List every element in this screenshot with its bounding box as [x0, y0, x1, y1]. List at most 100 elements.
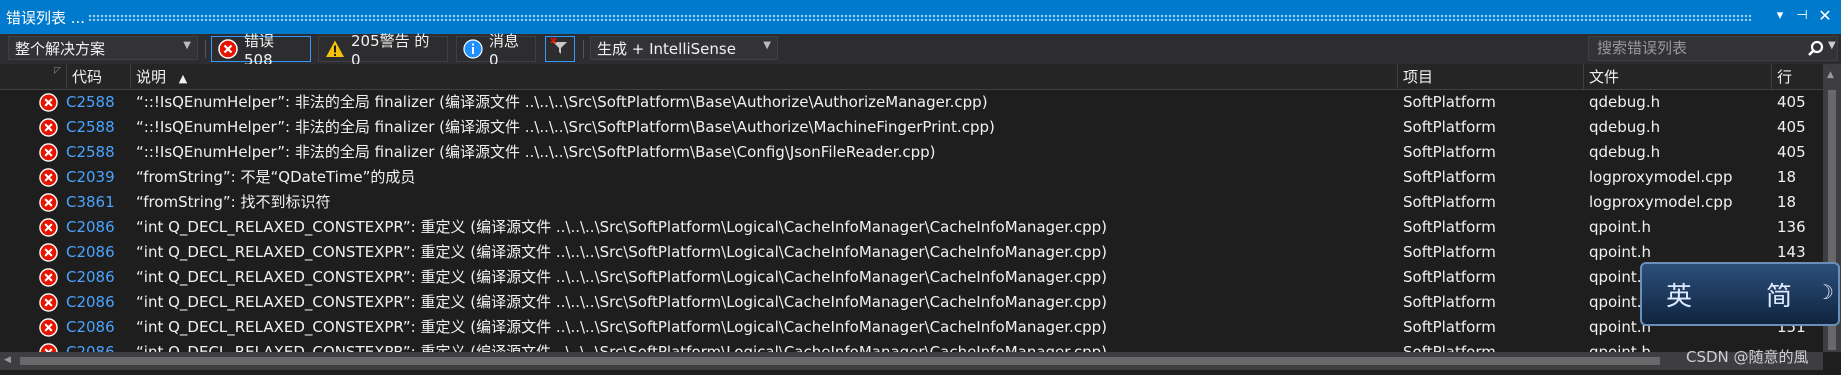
table-row[interactable]: C2039 “fromString”: 不是“QDateTime”的成员 SoftP… [0, 165, 1823, 190]
cell-description: “int Q_DECL_RELAXED_CONSTEXPR”: 重定义 (编译源… [136, 268, 1107, 286]
clear-filter-button[interactable] [545, 36, 575, 62]
cell-code[interactable]: C2086 [66, 240, 130, 265]
cell-code[interactable]: C2086 [66, 315, 130, 340]
cell-project: SoftPlatform [1403, 168, 1496, 186]
table-row[interactable]: C2086 “int Q_DECL_RELAXED_CONSTEXPR”: 重定义… [0, 315, 1823, 340]
moon-icon[interactable]: ☽ [1816, 280, 1834, 304]
scope-label: 整个解决方案 [15, 39, 106, 58]
column-header-file[interactable]: 文件 [1583, 64, 1771, 90]
cell-description: “int Q_DECL_RELAXED_CONSTEXPR”: 重定义 (编译源… [136, 343, 1107, 352]
sort-ascending-icon: ▲ [178, 72, 188, 85]
table-row[interactable]: C2086 “int Q_DECL_RELAXED_CONSTEXPR”: 重定义… [0, 240, 1823, 265]
cell-file: qdebug.h [1589, 143, 1661, 161]
window-menu-icon[interactable]: ▾ [1770, 6, 1790, 26]
cell-file: qdebug.h [1589, 118, 1661, 136]
toolbar-separator [583, 40, 584, 58]
error-icon [39, 318, 58, 337]
cell-file: logproxymodel.cpp [1589, 168, 1733, 186]
horizontal-scrollbar[interactable]: ◀ [0, 352, 1823, 370]
error-icon [39, 218, 58, 237]
error-icon [218, 39, 238, 59]
horizontal-scroll-thumb[interactable] [20, 357, 1660, 365]
ime-language-toggle[interactable]: 英 [1666, 276, 1692, 313]
filter-clear-icon [550, 37, 570, 61]
search-options-chevron-icon[interactable]: ▼ [1828, 40, 1836, 51]
cell-file: qpoint.h [1589, 218, 1652, 236]
cell-project: SoftPlatform [1403, 343, 1496, 352]
table-row[interactable]: C2086 “int Q_DECL_RELAXED_CONSTEXPR”: 重定义… [0, 340, 1823, 352]
error-icon [39, 118, 58, 137]
cell-code[interactable]: C3861 [66, 190, 130, 215]
ime-toolbar[interactable]: 英 简 ☽ [1640, 262, 1840, 326]
cell-description: “int Q_DECL_RELAXED_CONSTEXPR”: 重定义 (编译源… [136, 218, 1107, 236]
table-row[interactable]: C3861 “fromString”: 找不到标识符 SoftPlatform log… [0, 190, 1823, 215]
cell-file: qdebug.h [1589, 93, 1661, 111]
close-icon[interactable]: ✕ [1815, 6, 1835, 26]
cell-project: SoftPlatform [1403, 318, 1496, 336]
titlebar-grip [88, 14, 1751, 21]
error-icon [39, 293, 58, 312]
cell-line: 405 [1777, 118, 1806, 136]
table-row[interactable]: C2086 “int Q_DECL_RELAXED_CONSTEXPR”: 重定义… [0, 290, 1823, 315]
cell-code[interactable]: C2086 [66, 290, 130, 315]
error-icon [39, 243, 58, 262]
cell-line: 405 [1777, 143, 1806, 161]
table-header: ◸ 代码 说明 ▲ 项目 文件 行 [0, 64, 1823, 90]
cell-description: “int Q_DECL_RELAXED_CONSTEXPR”: 重定义 (编译源… [136, 318, 1107, 336]
error-icon [39, 193, 58, 212]
ime-charset-toggle[interactable]: 简 [1766, 276, 1792, 313]
errors-filter-button[interactable]: 错误 508 [211, 32, 311, 69]
cell-code[interactable]: C2588 [66, 90, 130, 115]
cell-line: 405 [1777, 93, 1806, 111]
table-row[interactable]: C2588 “::!IsQEnumHelper”: 非法的全局 finalizer… [0, 140, 1823, 165]
warnings-filter-label: 205警告 的 0 [351, 31, 430, 69]
error-icon [39, 343, 58, 352]
cell-code[interactable]: C2588 [66, 140, 130, 165]
warnings-filter-button[interactable]: 205警告 的 0 [318, 32, 448, 69]
table-row[interactable]: C2588 “::!IsQEnumHelper”: 非法的全局 finalizer… [0, 115, 1823, 140]
scroll-left-icon[interactable]: ◀ [4, 355, 11, 365]
error-icon [39, 143, 58, 162]
error-icon [39, 268, 58, 287]
build-filter-dropdown[interactable]: 生成 + IntelliSense ▼ [590, 36, 778, 60]
warning-icon [325, 39, 345, 59]
column-header-code[interactable]: 代码 [66, 64, 130, 90]
messages-filter-button[interactable]: 消息 0 [456, 32, 536, 69]
build-filter-label: 生成 + IntelliSense [597, 39, 736, 58]
cell-description: “int Q_DECL_RELAXED_CONSTEXPR”: 重定义 (编译源… [136, 293, 1107, 311]
search-icon[interactable] [1806, 39, 1826, 63]
cell-line: 18 [1777, 168, 1797, 186]
cell-project: SoftPlatform [1403, 243, 1496, 261]
search-input[interactable]: 搜索错误列表 [1588, 36, 1838, 61]
cell-code[interactable]: C2039 [66, 165, 130, 190]
cell-project: SoftPlatform [1403, 293, 1496, 311]
table-row[interactable]: C2086 “int Q_DECL_RELAXED_CONSTEXPR”: 重定义… [0, 215, 1823, 240]
column-header-description[interactable]: 说明 ▲ [130, 64, 1397, 90]
column-header-project[interactable]: 项目 [1397, 64, 1583, 90]
cell-code[interactable]: C2086 [66, 340, 130, 352]
cell-description: “fromString”: 找不到标识符 [136, 193, 331, 211]
scroll-up-icon[interactable]: ▲ [1827, 70, 1834, 80]
cell-code[interactable]: C2588 [66, 115, 130, 140]
column-header-line[interactable]: 行 [1771, 64, 1823, 90]
cell-description: “::!IsQEnumHelper”: 非法的全局 finalizer (编译源… [136, 93, 988, 111]
scope-dropdown[interactable]: 整个解决方案 ▼ [8, 36, 198, 60]
table-row[interactable]: C2588 “::!IsQEnumHelper”: 非法的全局 finalizer… [0, 90, 1823, 115]
cell-line: 136 [1777, 218, 1806, 236]
toolbar-separator [205, 40, 206, 58]
cell-code[interactable]: C2086 [66, 265, 130, 290]
column-chooser-icon[interactable]: ◸ [54, 66, 61, 76]
cell-project: SoftPlatform [1403, 143, 1496, 161]
search-placeholder: 搜索错误列表 [1597, 39, 1688, 57]
info-icon [463, 39, 483, 59]
column-header-description-label: 说明 [136, 68, 167, 86]
cell-description: “int Q_DECL_RELAXED_CONSTEXPR”: 重定义 (编译源… [136, 243, 1107, 261]
messages-filter-label: 消息 0 [489, 31, 520, 69]
cell-line: 18 [1777, 193, 1797, 211]
cell-code[interactable]: C2086 [66, 215, 130, 240]
cell-description: “::!IsQEnumHelper”: 非法的全局 finalizer (编译源… [136, 143, 936, 161]
cell-project: SoftPlatform [1403, 218, 1496, 236]
cell-file: logproxymodel.cpp [1589, 193, 1733, 211]
table-row[interactable]: C2086 “int Q_DECL_RELAXED_CONSTEXPR”: 重定义… [0, 265, 1823, 290]
pin-icon[interactable]: ⊣ [1792, 6, 1812, 26]
